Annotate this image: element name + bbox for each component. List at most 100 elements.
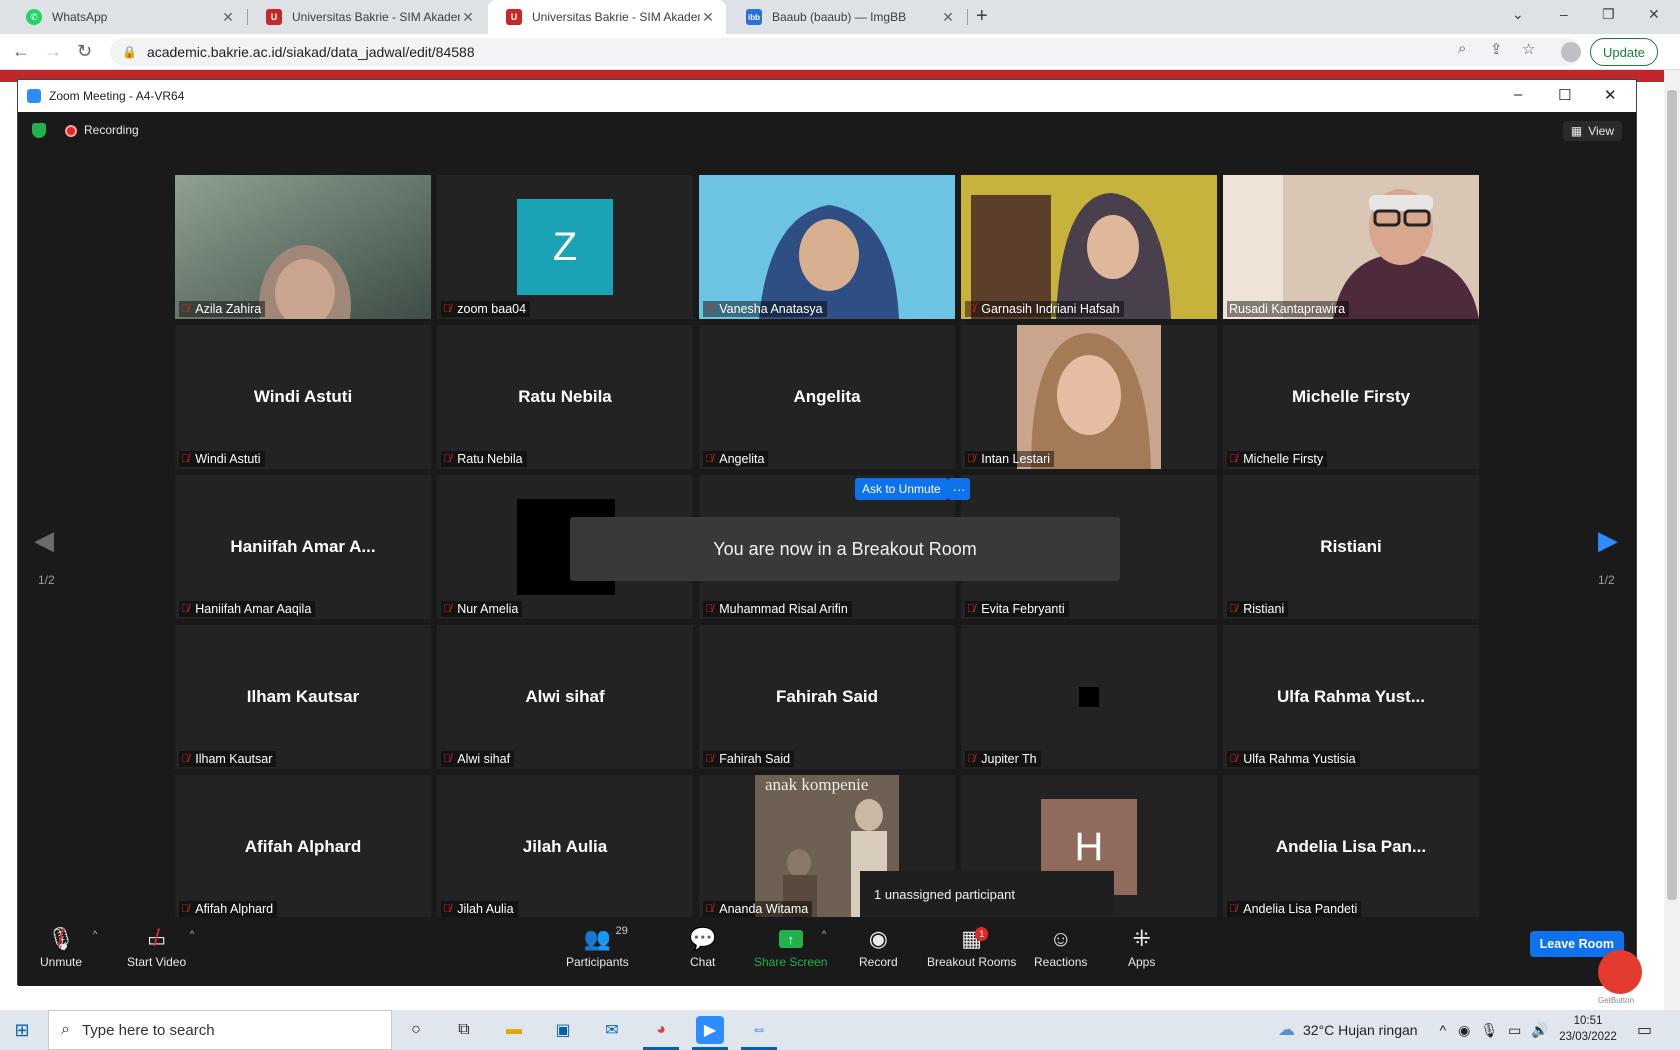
show-hidden-icons-icon[interactable]: ^: [1440, 1022, 1447, 1038]
microsoft-store-icon[interactable]: ▣: [549, 1016, 577, 1044]
close-icon[interactable]: ✕: [940, 9, 956, 26]
taskbar-search-box[interactable]: ⌕ Type here to search: [48, 1010, 392, 1050]
previous-page-arrow-icon[interactable]: ◀: [34, 525, 54, 556]
tab-ubakrie-1[interactable]: U Universitas Bakrie - SIM Akadem ✕: [248, 0, 486, 34]
microphone-tray-icon[interactable]: 🎙: [1480, 1022, 1498, 1039]
audio-options-chevron-icon[interactable]: ^: [93, 929, 97, 939]
participant-tile[interactable]: Alwi sihaf 🎙̸ Alwi sihaf: [437, 625, 693, 769]
breakout-rooms-label: Breakout Rooms: [927, 955, 1017, 969]
participant-tile[interactable]: 🎙̸ Garnasih Indriani Hafsah: [961, 175, 1217, 319]
tab-whatsapp[interactable]: ✆ WhatsApp ✕: [8, 0, 246, 34]
participant-tile[interactable]: Afifah Alphard 🎙̸ Afifah Alphard: [175, 775, 431, 919]
participant-label: 🎙̸ Fahirah Said: [703, 751, 795, 767]
back-icon[interactable]: ←: [12, 41, 30, 62]
zoom-minimize-icon[interactable]: –: [1514, 86, 1522, 103]
notifications-icon[interactable]: ▭: [1637, 1020, 1652, 1040]
zoom-lens-icon[interactable]: ⌕: [1458, 40, 1466, 57]
getbutton-widget[interactable]: [1598, 950, 1642, 994]
ubakrie-icon: U: [266, 9, 282, 25]
reactions-button[interactable]: ☺ Reactions: [1034, 925, 1087, 969]
mail-icon[interactable]: ✉: [598, 1016, 626, 1044]
participant-tile[interactable]: 🎙̸ Jupiter Th: [961, 625, 1217, 769]
windows-start-icon[interactable]: ⊞: [12, 1020, 32, 1040]
breakout-rooms-button[interactable]: ▦ 1 Breakout Rooms: [927, 925, 1016, 969]
record-tray-icon[interactable]: ◉: [1458, 1022, 1470, 1039]
participant-tile[interactable]: 🎙̸ Intan Lestari: [961, 325, 1217, 469]
tab-title: WhatsApp: [52, 10, 108, 24]
tab-search-icon[interactable]: ⌄: [1512, 6, 1524, 23]
weather-text[interactable]: 32°C Hujan ringan: [1303, 1022, 1418, 1038]
close-icon[interactable]: ✕: [220, 9, 236, 26]
participant-tile[interactable]: Windi Astuti 🎙̸ Windi Astuti: [175, 325, 431, 469]
lock-icon: 🔒: [122, 45, 137, 59]
participant-tile[interactable]: Michelle Firsty 🎙̸ Michelle Firsty: [1223, 325, 1479, 469]
participants-button[interactable]: 👥 29 Participants: [566, 925, 629, 969]
unmute-button[interactable]: 🎙 / Unmute: [40, 925, 82, 969]
close-icon[interactable]: ✕: [700, 9, 716, 26]
mic-muted-icon: 🎙̸: [705, 453, 714, 465]
tab-ubakrie-2[interactable]: U Universitas Bakrie - SIM Akadem ✕: [488, 0, 726, 34]
start-video-button[interactable]: ▭ / Start Video: [127, 925, 186, 969]
video-options-chevron-icon[interactable]: ^: [190, 929, 194, 939]
participant-tile[interactable]: 🎙̸ Azila Zahira: [175, 175, 431, 319]
reload-icon[interactable]: ↻: [77, 41, 92, 62]
zoom-close-icon[interactable]: ✕: [1604, 86, 1617, 104]
cortana-icon[interactable]: ○: [402, 1016, 430, 1044]
file-explorer-icon[interactable]: ▬: [500, 1016, 528, 1044]
participant-label: 🎙̸ Haniifah Amar Aaqila: [179, 601, 316, 617]
update-button[interactable]: Update: [1590, 38, 1658, 66]
participant-tile[interactable]: Angelita 🎙̸ Angelita: [699, 325, 955, 469]
participant-label: 🎙̸ zoom baa04: [441, 301, 531, 317]
participant-tile[interactable]: Ristiani 🎙̸ Ristiani: [1223, 475, 1479, 619]
minimize-icon[interactable]: –: [1560, 6, 1568, 22]
chrome-icon[interactable]: ◕: [647, 1016, 675, 1044]
participant-tile[interactable]: Haniifah Amar A... 🎙̸ Haniifah Amar Aaqil…: [175, 475, 431, 619]
participant-name: Ilham Kautsar: [195, 752, 273, 766]
participant-tile[interactable]: Ulfa Rahma Yust... 🎙̸ Ulfa Rahma Yustisia: [1223, 625, 1479, 769]
participant-label: 🎙̸ Muhammad Risal Arifin: [703, 601, 852, 617]
teamviewer-icon[interactable]: ⇔: [745, 1016, 773, 1044]
zoom-maximize-icon[interactable]: ☐: [1558, 86, 1571, 104]
participant-tile[interactable]: Andelia Lisa Pan... 🎙̸ Andelia Lisa Pande…: [1223, 775, 1479, 919]
ask-to-unmute-button[interactable]: Ask to Unmute: [855, 478, 948, 500]
video-feed: [175, 175, 431, 319]
participant-name: Intan Lestari: [981, 452, 1051, 466]
participant-tile-active-speaker[interactable]: Rusadi Kantaprawira: [1223, 175, 1479, 319]
participant-tile[interactable]: Ilham Kautsar 🎙̸ Ilham Kautsar: [175, 625, 431, 769]
tab-imgbb[interactable]: ibb Baaub (baaub) — ImgBB ✕: [728, 0, 966, 34]
task-view-icon[interactable]: ⧉: [450, 1016, 478, 1044]
chat-button[interactable]: 💬 Chat: [689, 925, 716, 969]
apps-button[interactable]: ⁜ Apps: [1128, 925, 1155, 969]
encryption-shield-icon[interactable]: [32, 123, 46, 138]
next-page-arrow-icon[interactable]: ▶: [1598, 525, 1618, 556]
participant-tile[interactable]: 🎙̸ Vanesha Anatasya: [699, 175, 955, 319]
participants-count: 29: [615, 925, 628, 937]
page-scroll-thumb[interactable]: [1667, 90, 1677, 900]
profile-avatar[interactable]: [1561, 42, 1581, 62]
participant-tile[interactable]: Fahirah Said 🎙̸ Fahirah Said: [699, 625, 955, 769]
share-options-chevron-icon[interactable]: ^: [822, 929, 826, 939]
zoom-app-icon[interactable]: ▶: [696, 1016, 724, 1044]
bookmark-star-icon[interactable]: ☆: [1522, 40, 1535, 58]
participant-tile[interactable]: Ratu Nebila 🎙̸ Ratu Nebila: [437, 325, 693, 469]
forward-icon[interactable]: →: [44, 41, 62, 62]
participant-tile[interactable]: Z 🎙̸ zoom baa04: [437, 175, 693, 319]
participant-tile[interactable]: Jilah Aulia 🎙̸ Jilah Aulia: [437, 775, 693, 919]
participant-label: 🎙̸ Jupiter Th: [965, 751, 1041, 767]
tab-title: Baaub (baaub) — ImgBB: [772, 10, 907, 24]
maximize-icon[interactable]: ❐: [1602, 6, 1615, 23]
reactions-icon: ☺: [1049, 926, 1072, 951]
record-button[interactable]: ◉ Record: [859, 925, 898, 969]
volume-icon[interactable]: 🔊: [1531, 1022, 1548, 1039]
new-tab-button[interactable]: +: [976, 5, 988, 28]
view-button[interactable]: ▦ View: [1562, 121, 1622, 141]
participant-name: Ristiani: [1243, 602, 1285, 616]
close-window-icon[interactable]: ✕: [1648, 6, 1660, 23]
taskbar-clock[interactable]: 10:51 23/03/2022: [1550, 1013, 1626, 1045]
network-icon[interactable]: ▭: [1508, 1022, 1521, 1039]
more-options-button[interactable]: ···: [948, 478, 970, 500]
share-icon[interactable]: ⇪: [1490, 40, 1503, 58]
close-icon[interactable]: ✕: [460, 9, 476, 26]
share-screen-button[interactable]: ↑ Share Screen: [754, 925, 827, 969]
address-bar[interactable]: 🔒 academic.bakrie.ac.id/siakad/data_jadw…: [110, 38, 1580, 66]
